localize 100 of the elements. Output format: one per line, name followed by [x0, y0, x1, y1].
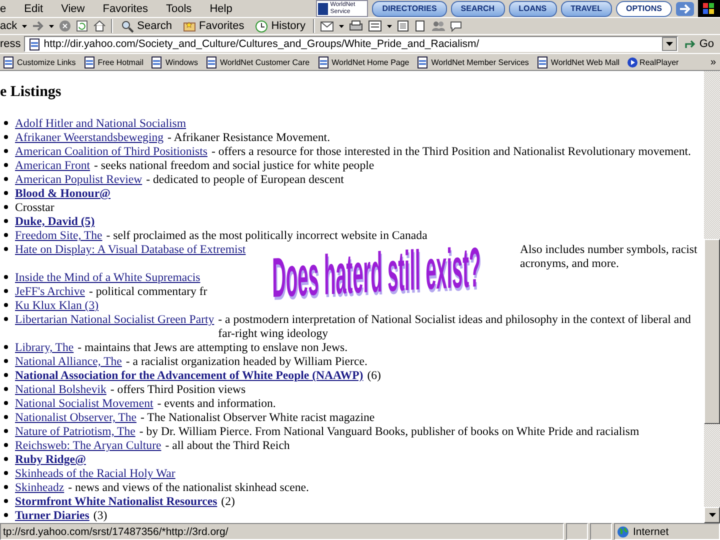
- listing-link[interactable]: Libertarian National Socialist Green Party: [15, 312, 214, 326]
- menu-item[interactable]: Favorites: [102, 2, 156, 14]
- listing-link[interactable]: Stormfront White Nationalist Resources: [15, 494, 218, 508]
- listing-description: Also includes number symbols, racist acronyms, and more.: [520, 242, 698, 270]
- notepad-icon[interactable]: [397, 20, 410, 32]
- status-panel: [566, 523, 588, 540]
- listing-link[interactable]: Reichsweb: The Aryan Culture: [15, 438, 162, 452]
- listing-link[interactable]: Turner Diaries: [15, 508, 90, 522]
- caret-icon: [708, 513, 716, 517]
- link-button[interactable]: Free Hotmail: [82, 56, 144, 68]
- go-button[interactable]: Go: [681, 38, 720, 50]
- menu-item[interactable]: Tools: [166, 2, 200, 14]
- page-icon: [316, 56, 330, 68]
- listing-link[interactable]: Afrikaner Weerstandsbeweging: [15, 130, 164, 144]
- banner-button[interactable]: LOANS: [508, 0, 557, 16]
- bullet-icon: [4, 233, 8, 237]
- refresh-icon[interactable]: [76, 20, 88, 32]
- address-field[interactable]: http://dir.yahoo.com/Society_and_Culture/Cultures_and_Groups/White_Pride_and_Racialism/: [24, 36, 678, 52]
- listing-link[interactable]: Inside the Mind of a White Supremacis: [15, 270, 200, 284]
- listing-link[interactable]: National Alliance, The: [15, 354, 122, 368]
- status-text: tp://srd.yahoo.com/srst/17487356/*http://3rd.org/: [0, 523, 564, 540]
- arrow-icon: [685, 39, 696, 49]
- listing-link[interactable]: Skinheadz: [15, 480, 64, 494]
- listing-link[interactable]: American Coalition of Third Positionists: [15, 144, 208, 158]
- page-icon: [28, 38, 41, 50]
- dropdown-button[interactable]: [662, 37, 678, 51]
- listing-link[interactable]: Ruby Ridge@: [15, 452, 86, 466]
- scroll-down-button[interactable]: [704, 507, 720, 523]
- flag-icon: [703, 3, 715, 14]
- scrollbar-thumb[interactable]: [704, 239, 720, 424]
- page-icon[interactable]: [414, 20, 426, 32]
- listing-link[interactable]: National Socialist Movement: [15, 396, 154, 410]
- globe-icon: [617, 526, 629, 538]
- listing-link[interactable]: Blood & Honour@: [15, 186, 111, 200]
- listing-link[interactable]: American Populist Review: [15, 172, 142, 186]
- listing-link[interactable]: Duke, David (5): [15, 214, 95, 228]
- caret-icon[interactable]: [49, 24, 54, 28]
- banner-button[interactable]: TRAVEL: [560, 0, 612, 16]
- link-button[interactable]: WorldNet Customer Care: [204, 56, 310, 68]
- listing-description: - seeks national freedom and social justice for white people: [94, 158, 376, 172]
- caret-icon[interactable]: [387, 24, 392, 28]
- bullet-icon: [4, 177, 8, 181]
- chat-icon[interactable]: [450, 20, 464, 32]
- link-button[interactable]: WorldNet Member Services: [416, 56, 529, 68]
- listing-link[interactable]: Nationalist Observer, The: [15, 410, 137, 424]
- home-icon[interactable]: [93, 20, 106, 32]
- bullet-icon: [4, 121, 8, 125]
- favorites-button[interactable]: Favorites: [180, 20, 248, 32]
- mail-icon[interactable]: [320, 20, 334, 32]
- listing-description: - by Dr. William Pierce. From National Vanguard Books, publisher of books on White Pride and racialism: [139, 424, 640, 438]
- link-button[interactable]: WorldNet Web Mall: [536, 56, 620, 68]
- more-links-button[interactable]: »: [710, 56, 720, 68]
- count-text: (3): [93, 508, 108, 522]
- listing-link[interactable]: Hate on Display: A Visual Database of Extremist: [15, 242, 246, 256]
- listing-link[interactable]: Library, The: [15, 340, 74, 354]
- bullet-icon: [4, 303, 8, 307]
- link-button[interactable]: RealPlayer: [626, 56, 679, 68]
- bullet-icon: [4, 163, 8, 167]
- listing-name: Crosstar: [15, 200, 54, 214]
- listing-description: - maintains that Jews are attempting to enslave non Jews.: [78, 340, 349, 354]
- people-icon[interactable]: [431, 20, 446, 32]
- bullet-icon: [4, 317, 8, 321]
- listing-link[interactable]: National Bolshevik: [15, 382, 106, 396]
- link-button[interactable]: Windows: [150, 56, 198, 68]
- listing-link[interactable]: JeFF's Archive: [15, 284, 85, 298]
- menu-item[interactable]: View: [61, 2, 93, 14]
- caret-icon[interactable]: [339, 24, 344, 28]
- back-button[interactable]: ack: [0, 20, 18, 32]
- listing-link[interactable]: American Front: [15, 158, 90, 172]
- bullet-icon: [4, 415, 8, 419]
- menu-item[interactable]: Edit: [24, 2, 52, 14]
- banner-button[interactable]: SEARCH: [450, 0, 505, 16]
- document-icon[interactable]: [368, 20, 382, 32]
- count-text: (2): [221, 494, 235, 508]
- menu-item[interactable]: e: [0, 2, 14, 14]
- listing-link[interactable]: Ku Klux Klan (3): [15, 298, 99, 312]
- bullet-icon: [4, 443, 8, 447]
- listing-link[interactable]: Skinheads of the Racial Holy War: [15, 466, 176, 480]
- zone-text: Internet: [633, 526, 669, 538]
- search-button[interactable]: Search: [118, 20, 175, 32]
- bullet-icon: [4, 275, 8, 279]
- menu-item[interactable]: Help: [210, 2, 240, 14]
- link-button[interactable]: WorldNet Home Page: [316, 56, 410, 68]
- bullet-icon: [4, 485, 8, 489]
- forward-arrow-icon[interactable]: [32, 21, 44, 31]
- count-text: (6): [367, 368, 381, 382]
- stop-icon[interactable]: [59, 20, 72, 32]
- bullet-icon: [4, 219, 8, 223]
- history-button[interactable]: History: [252, 20, 308, 32]
- page-icon: [536, 56, 549, 68]
- banner-button[interactable]: DIRECTORIES: [372, 0, 447, 16]
- listing-link[interactable]: Nature of Patriotism, The: [15, 424, 136, 438]
- banner-button[interactable]: OPTIONS: [616, 0, 672, 16]
- listing-link[interactable]: Freedom Site, The: [15, 228, 102, 242]
- printer-icon[interactable]: [349, 20, 364, 32]
- listing-link[interactable]: National Association for the Advancement of White People (NAAWP): [15, 368, 364, 382]
- caret-icon[interactable]: [22, 24, 28, 28]
- link-button[interactable]: Customize Links: [2, 56, 76, 68]
- page-icon: [2, 56, 15, 68]
- listing-link[interactable]: Adolf Hitler and National Socialism: [15, 116, 186, 130]
